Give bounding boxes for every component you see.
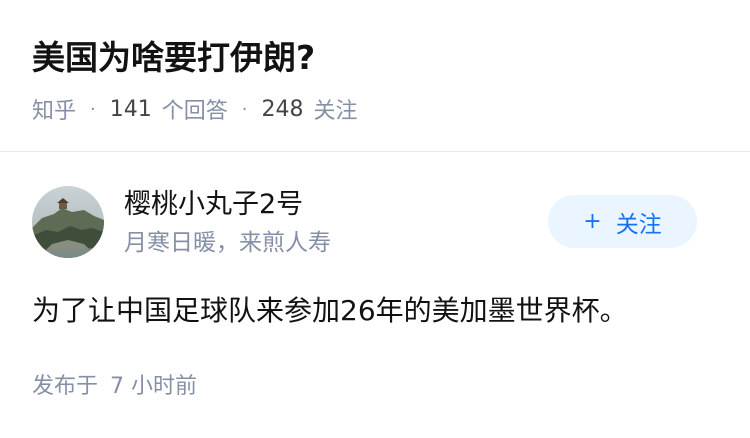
answer-count: 141 xyxy=(109,96,152,122)
answer-content[interactable]: 为了让中国足球队来参加26年的美加墨世界杯。 xyxy=(32,290,628,332)
landscape-photo-avatar-icon xyxy=(32,186,104,258)
answer-author: 樱桃小丸子2号 月寒日暖，来煎人寿 + 关注 xyxy=(32,184,718,260)
published-label: 发布于 xyxy=(32,374,99,399)
answer-count-label: 个回答 xyxy=(161,99,228,124)
published-unit: 小时前 xyxy=(131,374,198,399)
author-name[interactable]: 樱桃小丸子2号 xyxy=(124,186,303,224)
author-bio: 月寒日暖，来煎人寿 xyxy=(124,230,331,256)
follow-button-label: 关注 xyxy=(615,211,662,238)
meta-separator: · xyxy=(241,98,248,120)
source-label[interactable]: 知乎 xyxy=(32,93,76,125)
question-header: 美国为啥要打伊朗? 知乎 · 141 个回答 · 248 关注 xyxy=(0,0,750,152)
meta-separator: · xyxy=(90,98,96,120)
question-title[interactable]: 美国为啥要打伊朗? xyxy=(32,34,315,82)
published-value: 7 xyxy=(110,374,125,399)
follower-count: 248 xyxy=(261,96,304,122)
plus-icon: + xyxy=(583,209,602,234)
question-meta: 知乎 · 141 个回答 · 248 关注 xyxy=(32,92,358,126)
follower-count-label: 关注 xyxy=(313,99,358,124)
avatar[interactable] xyxy=(32,186,104,258)
answer-time: 发布于 7 小时前 xyxy=(32,370,197,404)
follow-button[interactable]: + 关注 xyxy=(548,195,697,248)
